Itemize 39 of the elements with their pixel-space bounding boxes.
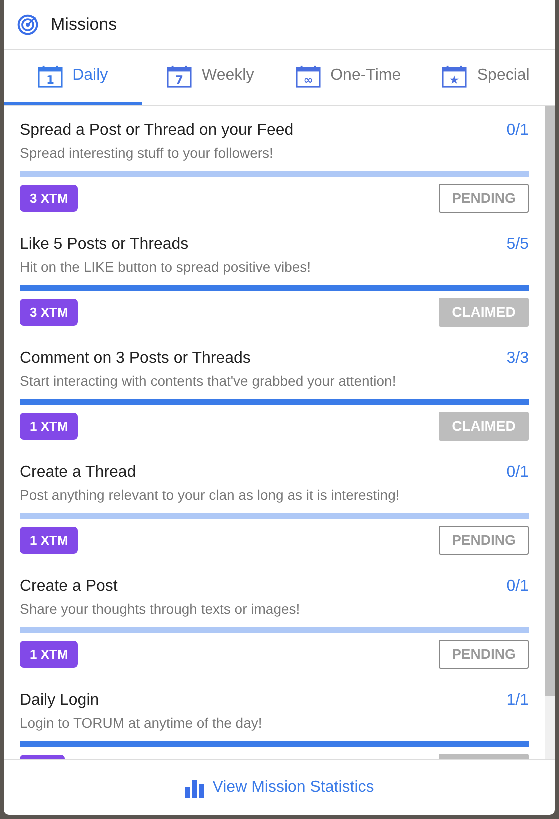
window-title: Missions	[51, 14, 118, 34]
tab[interactable]: ∞ One-Time	[280, 50, 418, 105]
mission-title: Daily Login	[20, 692, 100, 710]
mission-title: Comment on 3 Posts or Threads	[20, 350, 251, 368]
mission-title: Create a Thread	[20, 464, 136, 482]
reward-badge: 3 XTM	[20, 184, 78, 212]
mission-description: Post anything relevant to your clan as long as it is interesting!	[20, 487, 400, 503]
progress-count: 0/1	[506, 578, 529, 596]
progress-count: 3/3	[506, 350, 529, 368]
mission-title: Spread a Post or Thread on your Feed	[20, 122, 294, 140]
scrollbar[interactable]	[545, 106, 555, 759]
status-button[interactable]: PENDING	[439, 526, 529, 554]
statistics-link[interactable]: View Mission Statistics	[184, 778, 374, 798]
calendar-icon: ★	[442, 64, 468, 88]
mission-title: Like 5 Posts or Threads	[20, 236, 189, 254]
progress-count: 1/1	[506, 692, 529, 710]
status-button[interactable]: PENDING	[439, 184, 529, 212]
progress-count: 0/1	[506, 122, 529, 140]
reward-badge: 1 XTM	[20, 640, 78, 668]
tab[interactable]: ★ Special	[417, 50, 555, 105]
progress-count: 5/5	[506, 236, 529, 254]
progress-count: 0/1	[506, 464, 529, 482]
reward-badge: 3 XTM	[20, 298, 78, 326]
mission-description: Start interacting with contents that've grabbed your attention!	[20, 373, 396, 389]
calendar-icon: ∞	[296, 64, 321, 88]
calendar-icon: 1	[38, 64, 63, 88]
calendar-icon: 7	[167, 64, 192, 88]
reward-badge: 1 XTM	[20, 526, 78, 554]
status-button[interactable]: PENDING	[439, 640, 529, 668]
bar-chart-icon	[184, 778, 205, 798]
reward-badge: 1 XTM	[20, 412, 78, 440]
mission-title: Create a Post	[20, 578, 118, 596]
mission-description: Login to TORUM at anytime of the day!	[20, 715, 262, 731]
tab[interactable]: 7 Weekly	[142, 50, 280, 105]
mission-description: Spread interesting stuff to your followers!	[20, 145, 274, 161]
tab[interactable]: 1 Daily	[4, 50, 142, 105]
mission-description: Hit on the LIKE button to spread positive vibes!	[20, 259, 312, 275]
target-icon	[17, 14, 39, 36]
mission-description: Share your thoughts through texts or images!	[20, 601, 300, 617]
